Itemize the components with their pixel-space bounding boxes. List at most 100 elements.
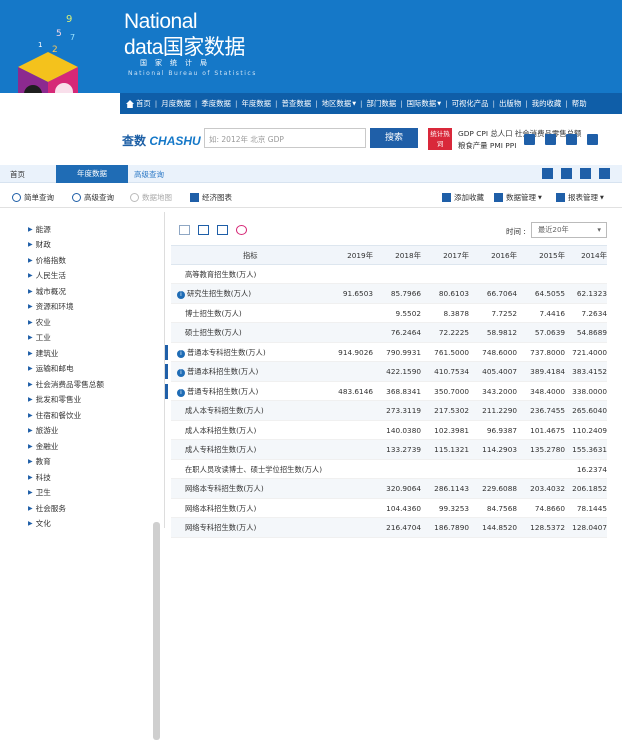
row-indicator-label: 普通专科招生数(万人) bbox=[187, 386, 259, 396]
table-row[interactable]: 网络本科招生数(万人) 104.4360 99.3253 84.7568 74.8660… bbox=[171, 499, 607, 518]
map-icon bbox=[130, 193, 139, 202]
sidebar-item-energy[interactable]: ▶ 能源 bbox=[28, 224, 51, 235]
table-row[interactable]: 成人本科招生数(万人) 140.0380 102.3981 96.9387 101.46… bbox=[171, 421, 607, 440]
table-row[interactable]: 网络本专科招生数(万人) 320.9064 286.1143 229.6088 203.… bbox=[171, 479, 607, 499]
header-year: 2016年 bbox=[491, 251, 517, 260]
info-icon[interactable]: i bbox=[177, 388, 185, 397]
table-row[interactable]: i 普通本专科招生数(万人) 914.9026 790.9931 761.5000 748… bbox=[165, 343, 607, 362]
cell: 66.7064 bbox=[486, 289, 517, 298]
search-button[interactable]: 搜索 bbox=[370, 128, 418, 148]
topnav-item-favorites[interactable]: 我的收藏 bbox=[532, 98, 562, 109]
cell: 483.6146 bbox=[338, 386, 373, 396]
time-range-select[interactable]: 最近20年 ▾ bbox=[531, 222, 607, 238]
sidebar-scrollbar[interactable] bbox=[153, 522, 160, 740]
cell: 410.7534 bbox=[434, 367, 469, 376]
sidebar-item-city[interactable]: ▶ 城市概况 bbox=[28, 286, 66, 297]
cell: 368.8341 bbox=[386, 386, 421, 396]
breadcrumb-home[interactable]: 首页 bbox=[10, 169, 25, 180]
download-icon[interactable] bbox=[524, 134, 535, 145]
topnav-item-monthly[interactable]: 月度数据 bbox=[161, 98, 191, 109]
line-chart-icon[interactable] bbox=[217, 225, 228, 235]
econ-chart-button[interactable]: 经济图表 bbox=[190, 192, 232, 203]
tab-advanced-query[interactable]: 高级查询 bbox=[134, 169, 164, 180]
topnav-item-help[interactable]: 帮助 bbox=[572, 98, 587, 109]
print-icon[interactable] bbox=[580, 168, 591, 179]
table-row[interactable]: 成人本专科招生数(万人) 273.3119 217.5302 211.2290 236.… bbox=[171, 401, 607, 421]
sidebar-item-retail-sales[interactable]: ▶ 社会消费品零售总额 bbox=[28, 379, 104, 390]
table-row[interactable]: 博士招生数(万人) 9.5502 8.3878 7.7252 7.4416 7.2634 bbox=[171, 304, 607, 323]
sidebar-item-science[interactable]: ▶ 科技 bbox=[28, 472, 51, 483]
sidebar-item-health[interactable]: ▶ 卫生 bbox=[28, 487, 51, 498]
table-row[interactable]: i 普通专科招生数(万人) 483.6146 368.8341 350.7000 343.… bbox=[165, 382, 607, 401]
add-favorite-button[interactable]: 添加收藏 bbox=[442, 192, 484, 203]
report-management-button[interactable]: 报表管理 ▼ bbox=[556, 192, 604, 203]
print-icon[interactable] bbox=[566, 134, 577, 145]
topnav-item-quarterly[interactable]: 季度数据 bbox=[201, 98, 231, 109]
data-management-button[interactable]: 数据管理 ▼ bbox=[494, 192, 542, 203]
sidebar-label: 文化 bbox=[35, 519, 51, 528]
sidebar-label: 旅游业 bbox=[35, 426, 59, 435]
topnav-item-publications[interactable]: 出版物 bbox=[499, 98, 521, 109]
sidebar-item-agriculture[interactable]: ▶ 农业 bbox=[28, 317, 51, 328]
topnav-item-census[interactable]: 普查数据 bbox=[282, 98, 312, 109]
sidebar-item-price-index[interactable]: ▶ 价格指数 bbox=[28, 255, 66, 266]
caret-right-icon: ▶ bbox=[28, 288, 33, 295]
share-icon[interactable] bbox=[599, 168, 610, 179]
topnav-item-international[interactable]: 国际数据 bbox=[407, 98, 437, 109]
advanced-query-button[interactable]: 高级查询 bbox=[72, 192, 114, 203]
cell: 405.4007 bbox=[482, 367, 517, 376]
table-row[interactable]: 成人专科招生数(万人) 133.2739 115.1321 114.2903 135.2… bbox=[171, 440, 607, 460]
table-row[interactable]: 在职人员攻读博士、硕士学位招生数(万人) 16.2374 bbox=[171, 460, 607, 479]
info-icon[interactable]: i bbox=[177, 349, 185, 358]
table-row[interactable]: i 研究生招生数(万人) 91.6503 85.7966 80.6103 66.7064 6… bbox=[171, 284, 607, 304]
sidebar-item-construction[interactable]: ▶ 建筑业 bbox=[28, 348, 58, 359]
sidebar-item-culture[interactable]: ▶ 文化 bbox=[28, 518, 51, 529]
caret-right-icon: ▶ bbox=[28, 505, 33, 512]
cell: 265.6040 bbox=[572, 406, 607, 415]
row-indicator: i 普通本专科招生数(万人) bbox=[177, 348, 266, 358]
hot-terms-line2[interactable]: 粮食产量 PMI PPI bbox=[458, 140, 516, 151]
sidebar-item-tourism[interactable]: ▶ 旅游业 bbox=[28, 425, 58, 436]
table-row[interactable]: i 普通本科招生数(万人) 422.1590 410.7534 405.4007 389.… bbox=[165, 362, 607, 382]
table-row[interactable]: 硕士招生数(万人) 76.2464 72.2225 58.9812 57.0639 54.… bbox=[171, 323, 607, 343]
caret-right-icon: ▶ bbox=[28, 272, 33, 279]
sidebar-item-banking[interactable]: ▶ 金融业 bbox=[28, 441, 58, 452]
sidebar-item-industry[interactable]: ▶ 工业 bbox=[28, 332, 51, 343]
svg-text:1: 1 bbox=[38, 41, 42, 49]
table-row[interactable]: 高等教育招生数(万人) bbox=[171, 265, 607, 284]
data-management-label: 数据管理 bbox=[506, 193, 536, 202]
sidebar-item-hospitality[interactable]: ▶ 住宿和餐饮业 bbox=[28, 410, 81, 421]
sidebar-item-resources[interactable]: ▶ 资源和环境 bbox=[28, 301, 74, 312]
data-map-button[interactable]: 数据地图 bbox=[130, 192, 172, 203]
tab-annual-data[interactable]: 年度数据 bbox=[56, 165, 128, 183]
pie-chart-icon[interactable] bbox=[236, 225, 247, 235]
chevron-down-icon: ▾ bbox=[597, 225, 601, 234]
bar-chart-icon[interactable] bbox=[198, 225, 209, 235]
table-view-icon[interactable] bbox=[179, 225, 190, 235]
cell: 76.2464 bbox=[390, 328, 421, 337]
header-year: 2019年 bbox=[347, 251, 373, 260]
download-icon[interactable] bbox=[542, 168, 553, 179]
search-input[interactable]: 如: 2012年 北京 GDP bbox=[204, 128, 366, 148]
copy-icon[interactable] bbox=[561, 168, 572, 179]
share-icon[interactable] bbox=[587, 134, 598, 145]
topnav-item-regional[interactable]: 地区数据 bbox=[322, 98, 352, 109]
caret-right-icon: ▶ bbox=[28, 458, 33, 465]
sidebar-item-living[interactable]: ▶ 人民生活 bbox=[28, 270, 66, 281]
sidebar-label: 价格指数 bbox=[35, 256, 66, 265]
sidebar-item-transport[interactable]: ▶ 运输和邮电 bbox=[28, 363, 74, 374]
copy-icon[interactable] bbox=[545, 134, 556, 145]
sidebar-item-education[interactable]: ▶ 教育 bbox=[28, 456, 51, 467]
sidebar-item-finance[interactable]: ▶ 财政 bbox=[28, 239, 51, 250]
topnav-item-visual[interactable]: 可视化产品 bbox=[452, 98, 489, 109]
info-icon[interactable]: i bbox=[177, 369, 185, 377]
info-icon[interactable]: i bbox=[177, 291, 185, 299]
topnav-item-department[interactable]: 部门数据 bbox=[367, 98, 397, 109]
topnav-item-home[interactable]: 首页 bbox=[136, 98, 151, 109]
report-management-label: 报表管理 bbox=[568, 193, 598, 202]
topnav-item-annual[interactable]: 年度数据 bbox=[241, 98, 271, 109]
sidebar-item-wholesale[interactable]: ▶ 批发和零售业 bbox=[28, 394, 81, 405]
sidebar-item-social-services[interactable]: ▶ 社会服务 bbox=[28, 503, 66, 514]
simple-query-button[interactable]: 简单查询 bbox=[12, 192, 54, 203]
search-icon bbox=[12, 193, 21, 202]
